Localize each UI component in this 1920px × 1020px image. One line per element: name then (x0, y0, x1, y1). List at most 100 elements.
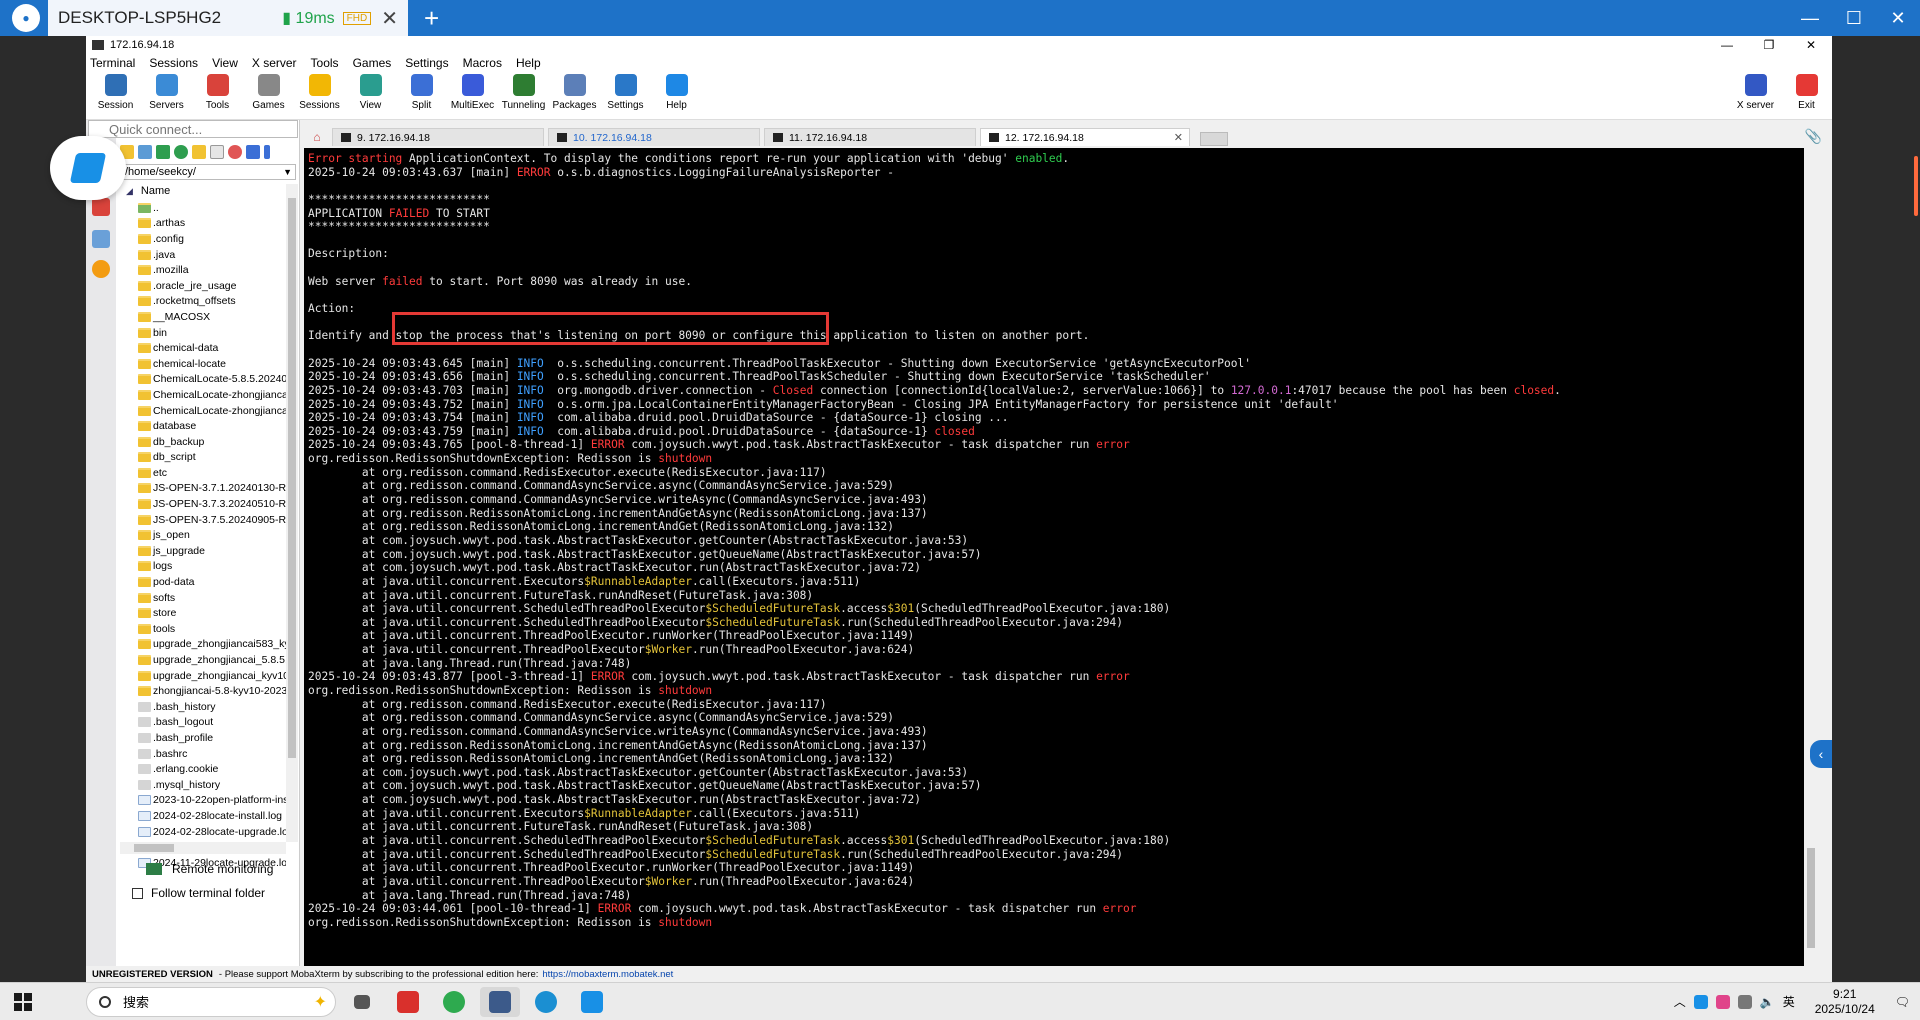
scrollbar-thumb[interactable] (288, 198, 296, 758)
floating-app-icon[interactable] (50, 136, 126, 200)
file-tree-item[interactable]: JS-OPEN-3.7.3.20240510-R_... (138, 496, 286, 512)
sidebar-vertical-scrollbar[interactable] (286, 184, 298, 842)
taskbar-search[interactable]: 搜索 ✦ (86, 986, 336, 1017)
permissions-icon[interactable] (264, 145, 270, 159)
file-tree-item[interactable]: bin (138, 325, 286, 341)
delete-icon[interactable] (228, 145, 242, 159)
file-tree-item[interactable]: .bashrc (138, 746, 286, 762)
session-tab[interactable]: 10. 172.16.94.18 (548, 128, 760, 146)
file-tree-item[interactable]: .java (138, 247, 286, 263)
path-selector[interactable]: /home/seekcy/ ▼ (120, 164, 296, 180)
file-tree-item[interactable]: softs (138, 590, 286, 606)
mobaxterm-taskbar-icon[interactable] (480, 986, 520, 1017)
file-tree-item[interactable]: logs (138, 559, 286, 575)
file-tree-item[interactable]: .bash_logout (138, 715, 286, 731)
servers-button[interactable]: Servers (141, 72, 192, 111)
ime-indicator[interactable]: 英 (1783, 993, 1795, 1010)
close-session-icon[interactable]: ✕ (381, 6, 398, 31)
notification-icon[interactable]: 🗨 (1895, 995, 1910, 1009)
terminal-scrollbar[interactable] (1804, 148, 1818, 966)
menu-item-view[interactable]: View (212, 56, 238, 70)
file-tree-item[interactable]: JS-OPEN-3.7.1.20240130-R_... (138, 481, 286, 497)
remote-session-tab[interactable]: DESKTOP-LSP5HG2 ▮ 19ms FHD ✕ (48, 0, 408, 36)
games-button[interactable]: Games (243, 72, 294, 111)
upload-icon[interactable] (156, 145, 170, 159)
new-session-icon[interactable]: + (424, 3, 439, 34)
download-icon[interactable] (138, 145, 152, 159)
tray-app-icon[interactable] (1715, 994, 1730, 1009)
quick-connect-input[interactable] (88, 120, 298, 138)
file-tree-item[interactable]: upgrade_zhongjiancai_kyv10... (138, 668, 286, 684)
session-tab[interactable]: 9. 172.16.94.18 (332, 128, 544, 146)
file-tree-item[interactable]: upgrade_zhongjiancai583_ky... (138, 637, 286, 653)
scrollbar-thumb[interactable] (1807, 848, 1815, 948)
sidebar-horizontal-scrollbar[interactable] (120, 842, 286, 854)
tools-rail-icon[interactable] (92, 198, 110, 216)
remote-app-icon[interactable] (572, 987, 612, 1017)
file-tree-item[interactable]: .bash_history (138, 699, 286, 715)
file-tree-item[interactable]: .mozilla (138, 262, 286, 278)
send-rail-icon[interactable] (92, 230, 110, 248)
file-tree-item[interactable]: __MACOSX (138, 309, 286, 325)
file-tree-item[interactable]: db_backup (138, 434, 286, 450)
wps-icon[interactable] (388, 987, 428, 1017)
sessions-button[interactable]: Sessions (294, 72, 345, 111)
file-tree-item[interactable]: JS-OPEN-3.7.5.20240905-R_... (138, 512, 286, 528)
macro-rail-icon[interactable] (92, 260, 110, 278)
new-folder-icon[interactable] (192, 145, 206, 159)
menu-item-settings[interactable]: Settings (405, 56, 448, 70)
session-tab[interactable]: 11. 172.16.94.18 (764, 128, 976, 146)
close-tab-icon[interactable]: ✕ (1174, 131, 1183, 144)
session-button[interactable]: Session (90, 72, 141, 111)
multiexec-button[interactable]: MultiExec (447, 72, 498, 111)
attach-icon[interactable]: 📎 (1805, 128, 1822, 145)
volume-icon[interactable]: 🔈 (1760, 995, 1775, 1009)
file-tree-item[interactable]: etc (138, 465, 286, 481)
file-tree-item[interactable]: ChemicalLocate-5.8.5.20240... (138, 372, 286, 388)
file-tree-item[interactable]: chemical-data (138, 340, 286, 356)
file-tree-item[interactable]: js_upgrade (138, 543, 286, 559)
home-tab-icon[interactable]: ⌂ (302, 128, 332, 146)
menu-item-terminal[interactable]: Terminal (90, 56, 135, 70)
file-tree-item[interactable]: chemical-locate (138, 356, 286, 372)
close-icon[interactable]: ✕ (1790, 38, 1832, 52)
edge-icon[interactable] (526, 987, 566, 1017)
remote-monitoring-button[interactable]: Remote monitoring (146, 862, 273, 876)
task-view-icon[interactable] (342, 987, 382, 1017)
file-tree-item[interactable]: .rocketmq_offsets (138, 294, 286, 310)
file-tree-item[interactable]: .. (138, 200, 286, 216)
file-tree-item[interactable]: js_open (138, 527, 286, 543)
new-file-icon[interactable] (210, 145, 224, 159)
minimize-icon[interactable]: — (1706, 38, 1748, 52)
refresh-icon[interactable] (174, 145, 188, 159)
rename-icon[interactable] (246, 145, 260, 159)
menu-item-games[interactable]: Games (353, 56, 392, 70)
file-tree-item[interactable]: .oracle_jre_usage (138, 278, 286, 294)
clock[interactable]: 9:21 2025/10/24 (1815, 987, 1875, 1017)
scrollbar-thumb[interactable] (134, 844, 174, 852)
restore-icon[interactable]: ❐ (1748, 38, 1790, 52)
new-tab-button[interactable] (1200, 132, 1228, 146)
help-button[interactable]: Help (651, 72, 702, 111)
quality-badge[interactable]: FHD (342, 11, 372, 25)
follow-terminal-folder-checkbox[interactable]: Follow terminal folder (132, 886, 265, 900)
file-tree-item[interactable]: store (138, 605, 286, 621)
minimize-icon[interactable]: — (1788, 0, 1832, 36)
view-button[interactable]: View (345, 72, 396, 111)
user-avatar-icon[interactable]: ● (12, 4, 40, 32)
file-tree-item[interactable]: .mysql_history (138, 777, 286, 793)
tray-expand-icon[interactable]: ︿ (1674, 993, 1686, 1010)
file-tree-item[interactable]: zhongjiancai-5.8-kyv10-2023... (138, 683, 286, 699)
file-tree-item[interactable]: .arthas (138, 216, 286, 232)
settings-button[interactable]: Settings (600, 72, 651, 111)
exit-button[interactable]: Exit (1781, 72, 1832, 111)
menu-item-x-server[interactable]: X server (252, 56, 297, 70)
file-tree-item[interactable]: upgrade_zhongjiancai_5.8.5... (138, 652, 286, 668)
x-server-button[interactable]: X server (1730, 72, 1781, 111)
menu-item-macros[interactable]: Macros (463, 56, 502, 70)
name-column-header[interactable]: ◢ Name (120, 184, 286, 198)
terminal-output[interactable]: Error starting ApplicationContext. To di… (304, 148, 1818, 966)
tunneling-button[interactable]: Tunneling (498, 72, 549, 111)
file-tree-item[interactable]: .config (138, 231, 286, 247)
split-button[interactable]: Split (396, 72, 447, 111)
